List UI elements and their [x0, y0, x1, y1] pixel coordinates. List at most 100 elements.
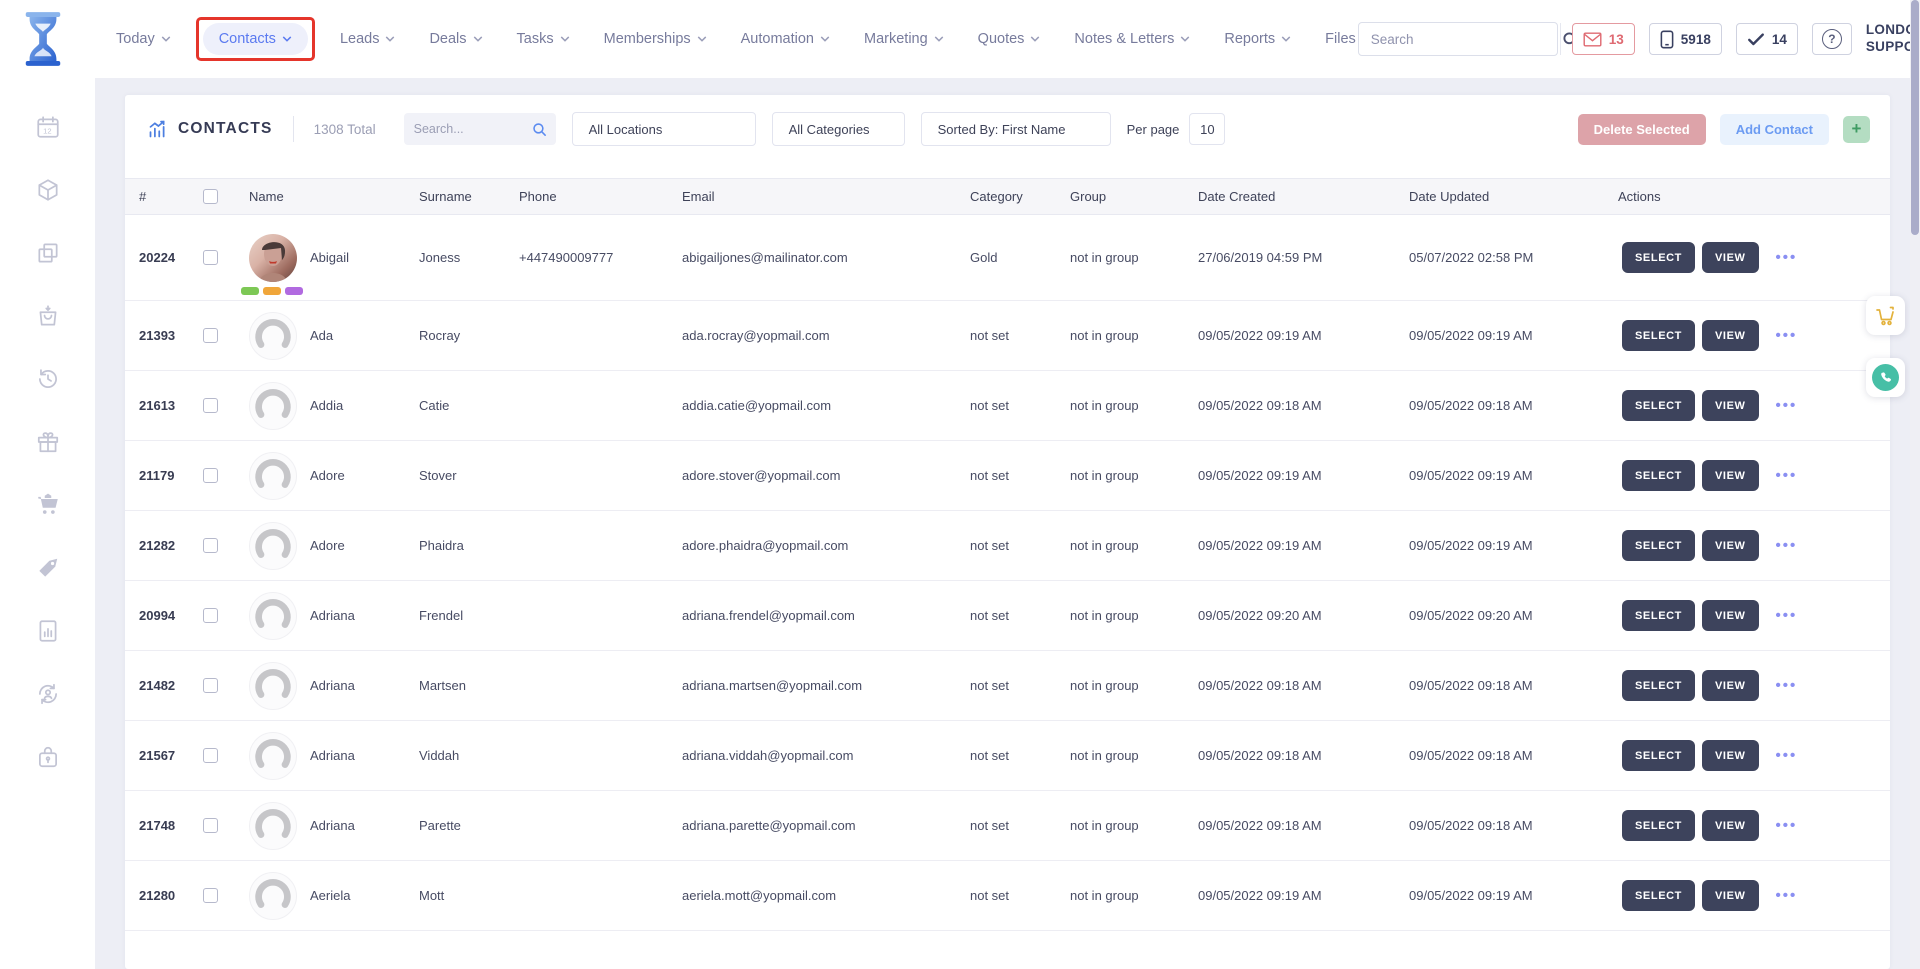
view-button[interactable]: VIEW — [1702, 600, 1759, 631]
sidebar-item-cube-icon[interactable] — [35, 177, 61, 203]
sidebar-item-user-sync-icon[interactable] — [35, 681, 61, 707]
sidebar-item-lock-icon[interactable] — [35, 744, 61, 770]
nav-item-marketing[interactable]: Marketing — [862, 23, 946, 55]
more-actions-button[interactable]: ••• — [1776, 253, 1798, 263]
more-actions-button[interactable]: ••• — [1776, 751, 1798, 761]
sidebar-item-tag-icon[interactable] — [35, 555, 61, 581]
locations-filter[interactable]: All Locations — [572, 112, 756, 146]
row-checkbox[interactable] — [203, 608, 218, 623]
select-button[interactable]: SELECT — [1622, 600, 1695, 631]
delete-selected-button[interactable]: Delete Selected — [1578, 114, 1706, 145]
nav-item-tasks[interactable]: Tasks — [515, 23, 572, 55]
more-actions-button[interactable]: ••• — [1776, 821, 1798, 831]
view-button[interactable]: VIEW — [1702, 810, 1759, 841]
more-actions-button[interactable]: ••• — [1776, 401, 1798, 411]
table-row: 21280AerielaMottaeriela.mott@yopmail.com… — [125, 861, 1890, 931]
table-row: 20994AdrianaFrendeladriana.frendel@yopma… — [125, 581, 1890, 651]
page-scrollbar[interactable] — [1910, 0, 1920, 969]
view-button[interactable]: VIEW — [1702, 320, 1759, 351]
select-button[interactable]: SELECT — [1622, 530, 1695, 561]
messages-badge-button[interactable]: 13 — [1572, 23, 1635, 55]
sidebar-item-history-icon[interactable] — [35, 366, 61, 392]
nav-item-automation[interactable]: Automation — [739, 23, 832, 55]
more-actions-button[interactable]: ••• — [1776, 331, 1798, 341]
select-button[interactable]: SELECT — [1622, 320, 1695, 351]
view-button[interactable]: VIEW — [1702, 242, 1759, 273]
select-button[interactable]: SELECT — [1622, 810, 1695, 841]
per-page-selector[interactable]: 10 — [1189, 113, 1225, 145]
contact-phone: +447490009777 — [519, 250, 682, 265]
sidebar-item-bag-icon[interactable] — [35, 303, 61, 329]
nav-item-contacts[interactable]: Contacts — [203, 23, 308, 55]
app-logo[interactable] — [20, 11, 66, 67]
add-contact-button[interactable]: Add Contact — [1720, 114, 1829, 145]
more-actions-button[interactable]: ••• — [1776, 681, 1798, 691]
categories-filter[interactable]: All Categories — [772, 112, 905, 146]
date-created: 27/06/2019 04:59 PM — [1198, 250, 1409, 265]
scrollbar-thumb[interactable] — [1911, 0, 1919, 235]
contact-group: not in group — [1070, 818, 1198, 833]
select-button[interactable]: SELECT — [1622, 670, 1695, 701]
sidebar-item-gift-icon[interactable] — [35, 429, 61, 455]
contact-avatar — [249, 592, 297, 640]
row-checkbox[interactable] — [203, 398, 218, 413]
row-checkbox[interactable] — [203, 468, 218, 483]
row-checkbox[interactable] — [203, 538, 218, 553]
more-actions-button[interactable]: ••• — [1776, 611, 1798, 621]
search-icon[interactable] — [531, 121, 548, 138]
view-button[interactable]: VIEW — [1702, 740, 1759, 771]
tasks-badge-button[interactable]: 14 — [1736, 23, 1798, 55]
more-actions-button[interactable]: ••• — [1776, 541, 1798, 551]
nav-item-leads[interactable]: Leads — [338, 23, 398, 55]
nav-item-files[interactable]: Files — [1323, 23, 1358, 55]
nav-item-reports[interactable]: Reports — [1222, 23, 1293, 55]
contacts-search-input[interactable] — [414, 122, 531, 136]
select-button[interactable]: SELECT — [1622, 242, 1695, 273]
col-header-group: Group — [1070, 189, 1198, 204]
floating-cart-button[interactable] — [1866, 296, 1905, 335]
view-button[interactable]: VIEW — [1702, 390, 1759, 421]
global-search-input[interactable] — [1359, 32, 1560, 47]
contact-id: 21282 — [139, 538, 203, 553]
date-updated: 05/07/2022 02:58 PM — [1409, 250, 1618, 265]
date-created: 09/05/2022 09:20 AM — [1198, 608, 1409, 623]
nav-item-memberships[interactable]: Memberships — [602, 23, 709, 55]
view-button[interactable]: VIEW — [1702, 880, 1759, 911]
sidebar-item-report-icon[interactable] — [35, 618, 61, 644]
sort-filter[interactable]: Sorted By: First Name — [921, 112, 1111, 146]
contact-first-name: Adriana — [310, 818, 355, 833]
more-actions-button[interactable]: ••• — [1776, 471, 1798, 481]
content-area: CONTACTS 1308 Total All Locations All Ca… — [95, 78, 1920, 969]
view-button[interactable]: VIEW — [1702, 460, 1759, 491]
help-button[interactable]: ? — [1812, 23, 1852, 55]
row-checkbox[interactable] — [203, 748, 218, 763]
select-button[interactable]: SELECT — [1622, 460, 1695, 491]
view-button[interactable]: VIEW — [1702, 670, 1759, 701]
contact-avatar — [249, 312, 297, 360]
sidebar-item-cart-icon[interactable] — [35, 492, 61, 518]
floating-phone-button[interactable] — [1866, 358, 1905, 397]
sidebar-item-calendar-icon[interactable]: 12 — [35, 114, 61, 140]
nav-item-notes-letters[interactable]: Notes & Letters — [1072, 23, 1192, 55]
select-all-checkbox[interactable] — [203, 189, 218, 204]
date-updated: 09/05/2022 09:19 AM — [1409, 328, 1618, 343]
quick-add-icon[interactable]: + — [1843, 116, 1870, 143]
nav-item-today[interactable]: Today — [114, 23, 173, 55]
row-checkbox[interactable] — [203, 818, 218, 833]
nav-item-quotes[interactable]: Quotes — [976, 23, 1043, 55]
nav-item-deals[interactable]: Deals — [427, 23, 484, 55]
table-body: 20224AbigailJoness+447490009777abigailjo… — [125, 215, 1890, 931]
select-button[interactable]: SELECT — [1622, 880, 1695, 911]
contact-avatar — [249, 452, 297, 500]
sidebar-item-copy-icon[interactable] — [35, 240, 61, 266]
view-button[interactable]: VIEW — [1702, 530, 1759, 561]
contact-first-name: Adriana — [310, 608, 355, 623]
row-checkbox[interactable] — [203, 888, 218, 903]
row-checkbox[interactable] — [203, 328, 218, 343]
calls-badge-button[interactable]: 5918 — [1649, 23, 1722, 55]
select-button[interactable]: SELECT — [1622, 740, 1695, 771]
more-actions-button[interactable]: ••• — [1776, 891, 1798, 901]
row-checkbox[interactable] — [203, 250, 218, 265]
select-button[interactable]: SELECT — [1622, 390, 1695, 421]
row-checkbox[interactable] — [203, 678, 218, 693]
